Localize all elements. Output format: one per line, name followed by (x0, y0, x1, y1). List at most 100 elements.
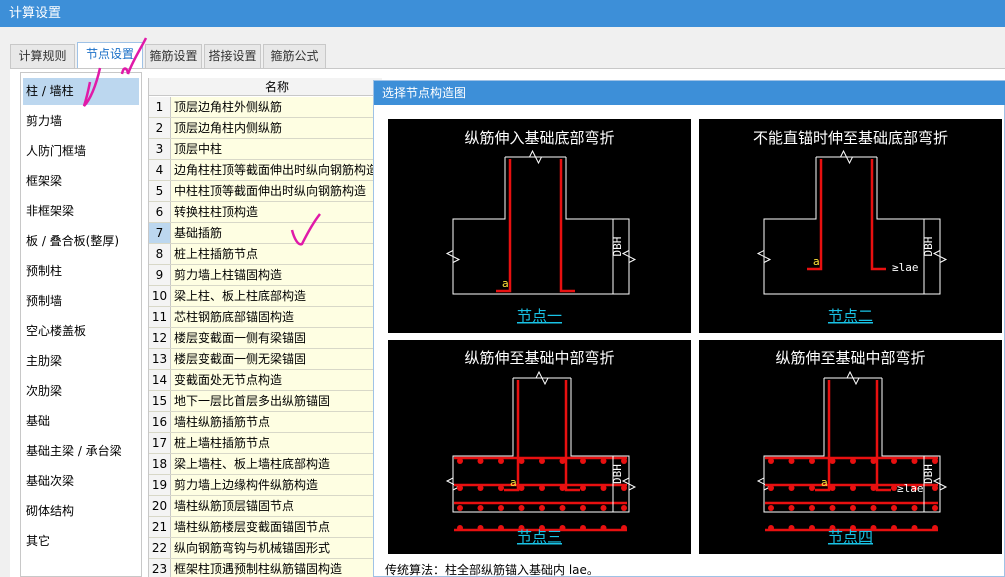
node-heading: 纵筋伸至基础中部弯折 (775, 349, 925, 367)
node-drawing: 纵筋伸入基础底部弯折 DBH a 节点一 (445, 129, 637, 325)
row-node-name: 梁上墙柱、板上墙柱底部构造 (171, 454, 382, 474)
row-node-name: 边角柱柱顶等截面伸出时纵向钢筋构造 (171, 160, 382, 180)
node-diagram-option[interactable]: 不能直锚时伸至基础底部弯折 DBH a ≥lae 节点二 (699, 119, 1002, 333)
row-node-name: 楼层变截面一侧有梁锚固 (171, 328, 382, 348)
sidebar-item-other[interactable]: 其它 (23, 528, 139, 555)
table-row[interactable]: 23 框架柱顶遇预制柱纵筋锚固构造 (149, 559, 382, 577)
tab-lap-settings[interactable]: 搭接设置 (204, 44, 261, 68)
row-node-name: 墙柱纵筋插筋节点 (171, 412, 382, 432)
table-row[interactable]: 8 桩上柱插筋节点 (149, 244, 382, 265)
calc-settings-window: 计算设置 计算规则 节点设置 箍筋设置 搭接设置 箍筋公式 柱 / 墙柱 剪力墙… (0, 0, 1005, 577)
table-row[interactable]: 11 芯柱钢筋底部锚固构造 (149, 307, 382, 328)
node-caption: 节点三 (517, 528, 562, 546)
tab-stirrup-settings[interactable]: 箍筋设置 (145, 44, 202, 68)
table-row[interactable]: 5 中柱柱顶等截面伸出时纵向钢筋构造 (149, 181, 382, 202)
row-node-name: 顶层边角柱外侧纵筋 (171, 97, 382, 117)
row-node-name: 墙柱纵筋楼层变截面锚固节点 (171, 517, 382, 537)
row-number: 16 (149, 412, 171, 432)
row-number: 2 (149, 118, 171, 138)
a-label: a (821, 476, 828, 489)
row-number: 14 (149, 370, 171, 390)
node-diagram-option[interactable]: 纵筋伸至基础中部弯折 DBH a ≥lae 节点四 (699, 340, 1002, 554)
sidebar-item-column[interactable]: 柱 / 墙柱 (23, 78, 139, 105)
node-drawing: 纵筋伸至基础中部弯折 DBH a ≥lae 节点四 (756, 349, 948, 546)
sidebar-item-hollow-floor-slab[interactable]: 空心楼盖板 (23, 318, 139, 345)
lae-label: ≥lae (897, 482, 924, 495)
row-number: 4 (149, 160, 171, 180)
dbh-label: DBH (611, 464, 624, 484)
table-row[interactable]: 6 转换柱柱顶构造 (149, 202, 382, 223)
table-row[interactable]: 7 基础插筋 (149, 223, 382, 244)
sidebar-item-precast-column[interactable]: 预制柱 (23, 258, 139, 285)
row-number: 17 (149, 433, 171, 453)
row-number: 15 (149, 391, 171, 411)
sidebar-item-foundation-secondary-beam[interactable]: 基础次梁 (23, 468, 139, 495)
table-row[interactable]: 19 剪力墙上边缘构件纵筋构造 (149, 475, 382, 496)
sidebar-item-secondary-rib-beam[interactable]: 次肋梁 (23, 378, 139, 405)
row-node-name: 桩上墙柱插筋节点 (171, 433, 382, 453)
tab-calc-rules[interactable]: 计算规则 (10, 44, 75, 68)
table-row[interactable]: 1 顶层边角柱外侧纵筋 (149, 97, 382, 118)
table-row[interactable]: 15 地下一层比首层多出纵筋锚固 (149, 391, 382, 412)
node-caption: 节点一 (517, 307, 562, 325)
table-row[interactable]: 9 剪力墙上柱锚固构造 (149, 265, 382, 286)
sidebar-item-slab[interactable]: 板 / 叠合板(整厚) (23, 228, 139, 255)
sidebar-item-civil-defense-door-wall[interactable]: 人防门框墙 (23, 138, 139, 165)
tab-node-settings[interactable]: 节点设置 (77, 42, 143, 68)
select-node-dialog: 选择节点构造图 纵筋伸入基础底部弯折 DBH a 节点一 不能直锚时伸至基础底部弯折 DB… (373, 80, 1005, 577)
tab-stirrup-formula[interactable]: 箍筋公式 (263, 44, 326, 68)
row-number: 22 (149, 538, 171, 558)
table-row[interactable]: 3 顶层中柱 (149, 139, 382, 160)
row-node-name: 顶层边角柱内侧纵筋 (171, 118, 382, 138)
row-node-name: 基础插筋 (171, 223, 382, 243)
row-number: 12 (149, 328, 171, 348)
node-diagram-option[interactable]: 纵筋伸至基础中部弯折 DBH a 节点三 (388, 340, 691, 554)
row-node-name: 芯柱钢筋底部锚固构造 (171, 307, 382, 327)
a-label: a (502, 277, 509, 290)
column-header-name: 名称 (264, 80, 289, 94)
node-drawing: 不能直锚时伸至基础底部弯折 DBH a ≥lae 节点二 (753, 129, 948, 325)
sidebar-item-foundation[interactable]: 基础 (23, 408, 139, 435)
table-row[interactable]: 21 墙柱纵筋楼层变截面锚固节点 (149, 517, 382, 538)
sidebar-item-non-frame-beam[interactable]: 非框架梁 (23, 198, 139, 225)
component-type-list: 柱 / 墙柱 剪力墙 人防门框墙 框架梁 非框架梁 板 / 叠合板(整厚) 预制… (20, 72, 142, 577)
table-row[interactable]: 14 变截面处无节点构造 (149, 370, 382, 391)
table-row[interactable]: 12 楼层变截面一侧有梁锚固 (149, 328, 382, 349)
dbh-label: DBH (922, 464, 935, 484)
row-node-name: 框架柱顶遇预制柱纵筋锚固构造 (171, 559, 382, 577)
row-number: 23 (149, 559, 171, 577)
row-node-name: 桩上柱插筋节点 (171, 244, 382, 264)
sidebar-item-precast-wall[interactable]: 预制墙 (23, 288, 139, 315)
table-row[interactable]: 20 墙柱纵筋顶层锚固节点 (149, 496, 382, 517)
row-node-name: 纵向钢筋弯钩与机械锚固形式 (171, 538, 382, 558)
table-row[interactable]: 17 桩上墙柱插筋节点 (149, 433, 382, 454)
sidebar-item-masonry[interactable]: 砌体结构 (23, 498, 139, 525)
row-node-name: 地下一层比首层多出纵筋锚固 (171, 391, 382, 411)
status-description: 传统算法：柱全部纵筋锚入基础内 lae。 (385, 563, 599, 577)
table-row[interactable]: 10 梁上柱、板上柱底部构造 (149, 286, 382, 307)
table-row[interactable]: 16 墙柱纵筋插筋节点 (149, 412, 382, 433)
sidebar-item-frame-beam[interactable]: 框架梁 (23, 168, 139, 195)
row-number: 19 (149, 475, 171, 495)
table-row[interactable]: 18 梁上墙柱、板上墙柱底部构造 (149, 454, 382, 475)
dialog-title: 选择节点构造图 (374, 81, 1005, 105)
row-node-name: 转换柱柱顶构造 (171, 202, 382, 222)
row-number: 10 (149, 286, 171, 306)
table-row[interactable]: 22 纵向钢筋弯钩与机械锚固形式 (149, 538, 382, 559)
row-number: 18 (149, 454, 171, 474)
node-drawing: 纵筋伸至基础中部弯折 DBH a 节点三 (445, 349, 637, 546)
row-number: 8 (149, 244, 171, 264)
sidebar-item-foundation-main-beam[interactable]: 基础主梁 / 承台梁 (23, 438, 139, 465)
row-number: 21 (149, 517, 171, 537)
sidebar-item-main-rib-beam[interactable]: 主肋梁 (23, 348, 139, 375)
table-row[interactable]: 13 楼层变截面一侧无梁锚固 (149, 349, 382, 370)
table-row[interactable]: 4 边角柱柱顶等截面伸出时纵向钢筋构造 (149, 160, 382, 181)
row-number: 7 (149, 223, 171, 243)
a-label: a (813, 255, 820, 268)
row-number: 20 (149, 496, 171, 516)
table-row[interactable]: 2 顶层边角柱内侧纵筋 (149, 118, 382, 139)
row-node-name: 楼层变截面一侧无梁锚固 (171, 349, 382, 369)
row-number: 5 (149, 181, 171, 201)
sidebar-item-shear-wall[interactable]: 剪力墙 (23, 108, 139, 135)
node-diagram-option[interactable]: 纵筋伸入基础底部弯折 DBH a 节点一 (388, 119, 691, 333)
